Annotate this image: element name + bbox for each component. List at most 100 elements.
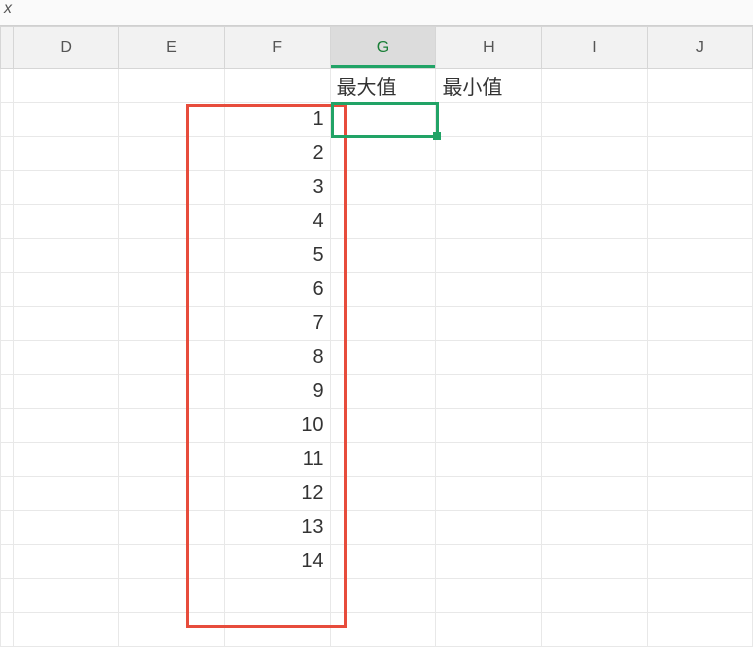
cell-G13[interactable] [330, 477, 436, 511]
cell-E13[interactable] [119, 477, 224, 511]
cell-E2[interactable] [119, 103, 224, 137]
cell-H4[interactable] [436, 171, 542, 205]
cell-H13[interactable] [436, 477, 542, 511]
cell-I11[interactable] [542, 409, 647, 443]
cell-J16[interactable] [647, 579, 752, 613]
column-header-G[interactable]: G [330, 27, 436, 69]
cell-D6[interactable] [14, 239, 119, 273]
cell-F12[interactable]: 11 [224, 443, 330, 477]
cell-G16[interactable] [330, 579, 436, 613]
cell-C7[interactable] [1, 273, 14, 307]
cell-C12[interactable] [1, 443, 14, 477]
cell-J3[interactable] [647, 137, 752, 171]
cell-C4[interactable] [1, 171, 14, 205]
cell-H1[interactable]: 最小值 [436, 69, 542, 103]
cell-F17[interactable] [224, 613, 330, 647]
cell-D10[interactable] [14, 375, 119, 409]
cell-J15[interactable] [647, 545, 752, 579]
cell-G5[interactable] [330, 205, 436, 239]
cell-G14[interactable] [330, 511, 436, 545]
column-header-E[interactable]: E [119, 27, 224, 69]
cell-I8[interactable] [542, 307, 647, 341]
cell-D17[interactable] [14, 613, 119, 647]
cell-C14[interactable] [1, 511, 14, 545]
column-header-C[interactable] [1, 27, 14, 69]
cell-I10[interactable] [542, 375, 647, 409]
cell-I2[interactable] [542, 103, 647, 137]
cell-E3[interactable] [119, 137, 224, 171]
cell-E16[interactable] [119, 579, 224, 613]
cell-J10[interactable] [647, 375, 752, 409]
cell-G8[interactable] [330, 307, 436, 341]
cell-F2[interactable]: 1 [224, 103, 330, 137]
cell-H12[interactable] [436, 443, 542, 477]
cell-D2[interactable] [14, 103, 119, 137]
cell-G11[interactable] [330, 409, 436, 443]
cell-G6[interactable] [330, 239, 436, 273]
cell-C2[interactable] [1, 103, 14, 137]
formula-bar[interactable]: x [0, 0, 753, 26]
cell-I13[interactable] [542, 477, 647, 511]
cell-J4[interactable] [647, 171, 752, 205]
cell-I15[interactable] [542, 545, 647, 579]
cell-I6[interactable] [542, 239, 647, 273]
cell-E10[interactable] [119, 375, 224, 409]
cell-E11[interactable] [119, 409, 224, 443]
cell-E17[interactable] [119, 613, 224, 647]
cell-J1[interactable] [647, 69, 752, 103]
cell-C5[interactable] [1, 205, 14, 239]
cell-D5[interactable] [14, 205, 119, 239]
cell-E8[interactable] [119, 307, 224, 341]
cell-C11[interactable] [1, 409, 14, 443]
cell-D11[interactable] [14, 409, 119, 443]
column-header-F[interactable]: F [224, 27, 330, 69]
cell-F14[interactable]: 13 [224, 511, 330, 545]
cell-C13[interactable] [1, 477, 14, 511]
cell-F7[interactable]: 6 [224, 273, 330, 307]
cell-E15[interactable] [119, 545, 224, 579]
cell-G10[interactable] [330, 375, 436, 409]
cell-G4[interactable] [330, 171, 436, 205]
cell-C10[interactable] [1, 375, 14, 409]
cell-J8[interactable] [647, 307, 752, 341]
cell-H7[interactable] [436, 273, 542, 307]
cell-D15[interactable] [14, 545, 119, 579]
cell-G12[interactable] [330, 443, 436, 477]
cell-E7[interactable] [119, 273, 224, 307]
cell-H9[interactable] [436, 341, 542, 375]
cell-H3[interactable] [436, 137, 542, 171]
cell-H11[interactable] [436, 409, 542, 443]
cell-G3[interactable] [330, 137, 436, 171]
spreadsheet-grid[interactable]: DEFGHIJ 最大值最小值1234567891011121314 [0, 26, 753, 647]
cell-G2[interactable] [330, 103, 436, 137]
column-header-I[interactable]: I [542, 27, 647, 69]
cell-J11[interactable] [647, 409, 752, 443]
cell-C17[interactable] [1, 613, 14, 647]
cell-H6[interactable] [436, 239, 542, 273]
cell-I14[interactable] [542, 511, 647, 545]
cell-I3[interactable] [542, 137, 647, 171]
cell-E4[interactable] [119, 171, 224, 205]
cell-I17[interactable] [542, 613, 647, 647]
cell-I7[interactable] [542, 273, 647, 307]
cell-G15[interactable] [330, 545, 436, 579]
cell-G17[interactable] [330, 613, 436, 647]
cell-F9[interactable]: 8 [224, 341, 330, 375]
cell-I5[interactable] [542, 205, 647, 239]
cell-D9[interactable] [14, 341, 119, 375]
cell-J9[interactable] [647, 341, 752, 375]
cell-J13[interactable] [647, 477, 752, 511]
cell-C15[interactable] [1, 545, 14, 579]
cell-D13[interactable] [14, 477, 119, 511]
cell-J7[interactable] [647, 273, 752, 307]
cell-F13[interactable]: 12 [224, 477, 330, 511]
cell-H10[interactable] [436, 375, 542, 409]
cell-D1[interactable] [14, 69, 119, 103]
cell-C3[interactable] [1, 137, 14, 171]
cell-J17[interactable] [647, 613, 752, 647]
cell-F11[interactable]: 10 [224, 409, 330, 443]
column-header-J[interactable]: J [647, 27, 752, 69]
cell-F1[interactable] [224, 69, 330, 103]
cell-H8[interactable] [436, 307, 542, 341]
cell-D4[interactable] [14, 171, 119, 205]
